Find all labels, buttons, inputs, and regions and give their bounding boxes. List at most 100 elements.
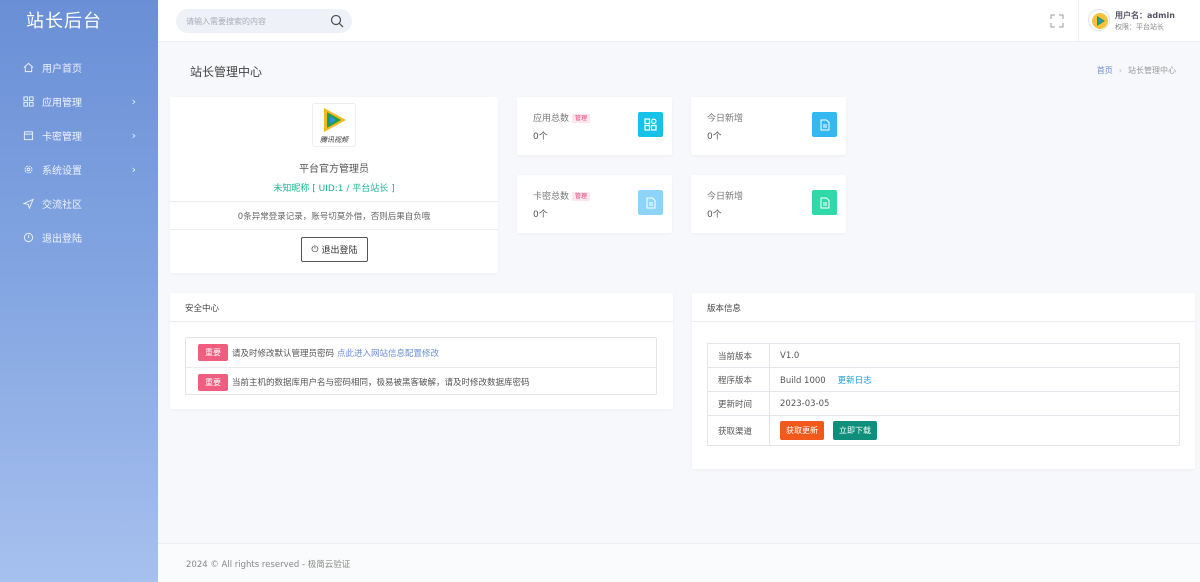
- table-row: 获取渠道 获取更新 立即下载: [707, 415, 1180, 446]
- table-row: 当前版本 V1.0: [707, 343, 1180, 368]
- divider: [170, 201, 498, 202]
- table-row: 更新时间 2023-03-05: [707, 391, 1180, 416]
- divider: [170, 321, 673, 322]
- sidebar-item-label: 卡密管理: [42, 131, 82, 143]
- document-icon: [812, 112, 837, 137]
- user-name: 用户名：admin: [1115, 11, 1175, 20]
- logout-button-label: 退出登陆: [321, 246, 358, 256]
- stat-card-cards-today: 今日新增 0个: [691, 175, 846, 233]
- security-text: 请及时修改默认管理员密码: [232, 348, 335, 359]
- table-cell-key: 更新时间: [707, 391, 770, 416]
- home-icon: [22, 61, 34, 73]
- stat-label-text: 卡密总数: [533, 192, 570, 202]
- power-icon: ⏻: [311, 244, 319, 255]
- table-row: 程序版本 Build 1000 更新日志: [707, 367, 1180, 392]
- build-value: Build 1000: [780, 375, 826, 386]
- list-item: 重要 当前主机的数据库用户名与密码相同，极易被黑客破解，请及时修改数据库密码: [186, 367, 656, 396]
- chevron-right-icon: ›: [131, 163, 136, 176]
- version-table: 当前版本 V1.0 程序版本 Build 1000 更新日志 更新时间 2023-…: [707, 343, 1180, 446]
- sidebar-item-label: 用户首页: [42, 63, 82, 75]
- panel-title: 安全中心: [185, 304, 220, 314]
- panel-title: 版本信息: [707, 304, 742, 314]
- profile-role: 平台官方管理员: [299, 164, 369, 175]
- sidebar-nav: 用户首页 应用管理 › 卡密管理 › 系统设置 › 交流社区 退出登陆: [0, 50, 158, 254]
- stat-label: 应用总数 管理: [533, 111, 591, 124]
- table-cell-value: 2023-03-05: [769, 391, 1180, 416]
- gear-icon: [22, 163, 34, 175]
- divider: [1078, 0, 1079, 42]
- breadcrumb: 首页 › 站长管理中心: [1097, 65, 1176, 76]
- send-icon: [22, 197, 34, 209]
- sidebar: 站长后台 用户首页 应用管理 › 卡密管理 › 系统设置 › 交流社区 退出登陆: [0, 0, 158, 582]
- sidebar-item-settings[interactable]: 系统设置 ›: [0, 152, 158, 186]
- table-cell-value: 获取更新 立即下载: [769, 415, 1180, 446]
- stat-card-cards-total: 卡密总数 管理 0个: [517, 175, 672, 233]
- search-box: [176, 9, 352, 33]
- profile-nickname: 未知昵称 [ UID:1 / 平台站长 ]: [273, 184, 395, 194]
- changelog-link[interactable]: 更新日志: [838, 376, 872, 386]
- divider: [170, 229, 498, 230]
- stat-value: 0个: [533, 132, 548, 142]
- stat-label: 卡密总数 管理: [533, 189, 591, 202]
- search-input[interactable]: [186, 13, 326, 29]
- brand-title: 站长后台: [26, 11, 102, 32]
- table-cell-value: V1.0: [769, 343, 1180, 368]
- login-note: 0条异常登录记录，账号切莫外借，否则后果自负哦: [237, 212, 431, 222]
- document-icon: [638, 190, 663, 215]
- table-cell-key: 程序版本: [707, 367, 770, 392]
- page-title: 站长管理中心: [190, 65, 263, 79]
- get-update-button[interactable]: 获取更新: [780, 421, 824, 440]
- security-panel: 安全中心 重要 请及时修改默认管理员密码 点此进入网站信息配置修改 重要 当前主…: [170, 293, 673, 409]
- sidebar-item-community[interactable]: 交流社区: [0, 186, 158, 220]
- avatar[interactable]: [1088, 9, 1110, 31]
- breadcrumb-separator: ›: [1118, 66, 1122, 75]
- tencent-video-logo-icon: [324, 107, 346, 132]
- stat-card-apps-today: 今日新增 0个: [691, 97, 846, 155]
- stat-label-text: 应用总数: [533, 114, 570, 124]
- sidebar-item-apps[interactable]: 应用管理 ›: [0, 84, 158, 118]
- manage-tag[interactable]: 管理: [572, 114, 591, 123]
- table-cell-value: Build 1000 更新日志: [769, 367, 1180, 392]
- sidebar-item-label: 交流社区: [42, 199, 82, 211]
- sidebar-item-cards[interactable]: 卡密管理 ›: [0, 118, 158, 152]
- logout-icon: [22, 231, 34, 243]
- stat-label: 今日新增: [707, 114, 744, 124]
- apps-icon: [22, 95, 34, 107]
- security-text: 当前主机的数据库用户名与密码相同，极易被黑客破解，请及时修改数据库密码: [232, 378, 530, 388]
- chevron-right-icon: ›: [131, 129, 136, 142]
- security-list: 重要 请及时修改默认管理员密码 点此进入网站信息配置修改 重要 当前主机的数据库…: [185, 337, 657, 395]
- sidebar-item-home[interactable]: 用户首页: [0, 50, 158, 84]
- user-role: 权限：平台站长: [1115, 23, 1164, 31]
- stat-value: 0个: [533, 210, 548, 220]
- calendar-icon: [22, 129, 34, 141]
- sidebar-item-label: 退出登陆: [42, 233, 82, 245]
- list-item: 重要 请及时修改默认管理员密码 点此进入网站信息配置修改: [186, 338, 656, 367]
- footer-text: 2024 © All rights reserved - 极简云验证: [186, 560, 351, 570]
- stat-value: 0个: [707, 210, 722, 220]
- grid-icon: [638, 112, 663, 137]
- logo-text: 腾讯视频: [320, 135, 348, 144]
- divider: [692, 321, 1195, 322]
- logout-button[interactable]: ⏻ 退出登陆: [301, 237, 368, 262]
- topbar: 用户名：admin 权限：平台站长: [158, 0, 1200, 42]
- stat-label: 今日新增: [707, 192, 744, 202]
- app-logo: 腾讯视频: [312, 103, 356, 147]
- fullscreen-icon[interactable]: [1050, 14, 1064, 28]
- document-icon: [812, 190, 837, 215]
- sidebar-item-logout[interactable]: 退出登陆: [0, 220, 158, 254]
- breadcrumb-current: 站长管理中心: [1128, 66, 1176, 75]
- config-link[interactable]: 点此进入网站信息配置修改: [337, 347, 439, 359]
- chevron-right-icon: ›: [131, 95, 136, 108]
- table-cell-key: 获取渠道: [707, 415, 770, 446]
- important-badge: 重要: [198, 373, 228, 391]
- stat-card-apps-total: 应用总数 管理 0个: [517, 97, 672, 155]
- download-button[interactable]: 立即下载: [833, 421, 877, 440]
- search-icon[interactable]: [330, 14, 344, 28]
- breadcrumb-home[interactable]: 首页: [1097, 66, 1113, 75]
- sidebar-item-label: 系统设置: [42, 165, 82, 177]
- sidebar-item-label: 应用管理: [42, 97, 82, 109]
- version-panel: 版本信息 当前版本 V1.0 程序版本 Build 1000 更新日志 更新时间 …: [692, 293, 1195, 469]
- profile-card: 腾讯视频 平台官方管理员 未知昵称 [ UID:1 / 平台站长 ] 0条异常登…: [170, 97, 498, 273]
- important-badge: 重要: [198, 344, 228, 361]
- manage-tag[interactable]: 管理: [572, 192, 591, 201]
